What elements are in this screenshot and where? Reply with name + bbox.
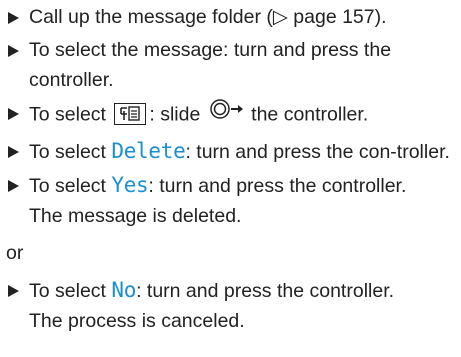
instruction-list: Call up the message folder (▷ page 157).… [0,0,461,336]
bullet-arrow-icon [8,146,19,158]
bullet-arrow-icon [8,180,19,192]
controller-slide-right-icon [209,98,245,129]
step-text-post: : turn and press the con-troller. [185,141,450,163]
step-text-pre: To select [29,280,112,302]
step-select-message: To select the message: turn and press th… [6,35,455,95]
softkey-no: No [111,278,137,302]
step-call-up-folder: Call up the message folder (▷ page 157). [6,2,455,32]
softkey-yes: Yes [111,173,149,197]
bullet-arrow-icon [8,12,19,24]
bullet-arrow-icon [8,285,19,297]
step-text: To select the message: turn and press th… [29,39,392,91]
step-text-post: : turn and press the controller. [148,175,407,197]
bullet-arrow-icon [8,45,19,57]
softkey-delete: Delete [111,139,186,163]
bullet-arrow-icon [8,108,19,120]
step-select-options: To select : slide the controller. [6,98,455,133]
step-select-yes: To select Yes: turn and press the contro… [6,170,455,231]
step-text: Call up the message folder (▷ page 157). [29,6,387,28]
step-result: The process is canceled. [29,310,245,332]
step-text-pre: To select [29,103,106,126]
step-text-post: the controller. [251,103,369,126]
step-select-no: To select No: turn and press the control… [6,275,455,336]
step-text-pre: To select [29,175,112,197]
step-select-delete: To select Delete: turn and press the con… [6,136,455,167]
message-options-icon [114,102,147,125]
step-text-pre: To select [29,141,112,163]
step-result: The message is deleted. [29,205,242,227]
step-text-post: : turn and press the controller. [136,280,395,302]
step-text-mid: : slide [149,103,201,126]
or-separator: or [6,242,24,264]
